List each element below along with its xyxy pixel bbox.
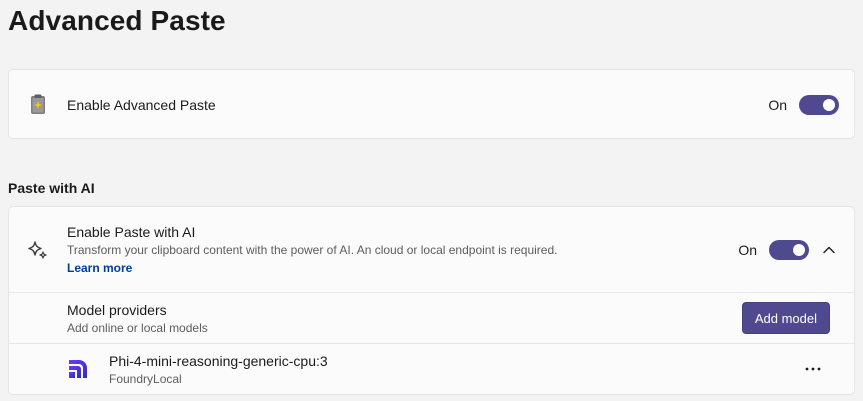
enable-advanced-paste-card: Enable Advanced Paste On	[8, 69, 855, 139]
toggle-knob	[793, 243, 805, 256]
model-row[interactable]: Phi-4-mini-reasoning-generic-cpu:3 Found…	[9, 344, 854, 394]
model-name: Phi-4-mini-reasoning-generic-cpu:3	[109, 352, 328, 369]
sparkle-icon	[9, 239, 67, 261]
enable-advanced-paste-row: Enable Advanced Paste On	[9, 70, 854, 140]
enable-paste-with-ai-description: Transform your clipboard content with th…	[67, 243, 558, 257]
enable-paste-with-ai-text: Enable Paste with AI Transform your clip…	[67, 224, 558, 275]
model-text: Phi-4-mini-reasoning-generic-cpu:3 Found…	[109, 353, 328, 386]
model-providers-label: Model providers	[67, 301, 167, 318]
model-provider: FoundryLocal	[109, 371, 182, 386]
advanced-paste-app-icon	[9, 94, 67, 116]
toggle-knob	[823, 99, 835, 111]
section-header-paste-with-ai: Paste with AI	[8, 180, 95, 196]
enable-paste-with-ai-toggle-state: On	[738, 241, 757, 258]
chevron-up-icon[interactable]	[819, 240, 839, 260]
foundry-local-icon	[67, 358, 109, 380]
model-providers-row: Model providers Add online or local mode…	[9, 293, 854, 343]
enable-advanced-paste-toggle[interactable]	[799, 95, 839, 115]
more-icon[interactable]	[798, 357, 828, 381]
add-model-button[interactable]: Add model	[741, 302, 830, 334]
page-title: Advanced Paste	[8, 5, 226, 36]
enable-advanced-paste-toggle-state: On	[768, 97, 787, 113]
paste-with-ai-card: Enable Paste with AI Transform your clip…	[8, 206, 855, 395]
enable-paste-with-ai-row: Enable Paste with AI Transform your clip…	[9, 207, 854, 292]
model-providers-description: Add online or local models	[67, 320, 208, 335]
model-providers-text: Model providers Add online or local mode…	[67, 302, 208, 335]
enable-advanced-paste-label: Enable Advanced Paste	[67, 97, 216, 113]
enable-paste-with-ai-label: Enable Paste with AI	[67, 224, 196, 240]
learn-more-link[interactable]: Learn more	[67, 261, 558, 275]
enable-paste-with-ai-toggle[interactable]	[769, 239, 809, 260]
